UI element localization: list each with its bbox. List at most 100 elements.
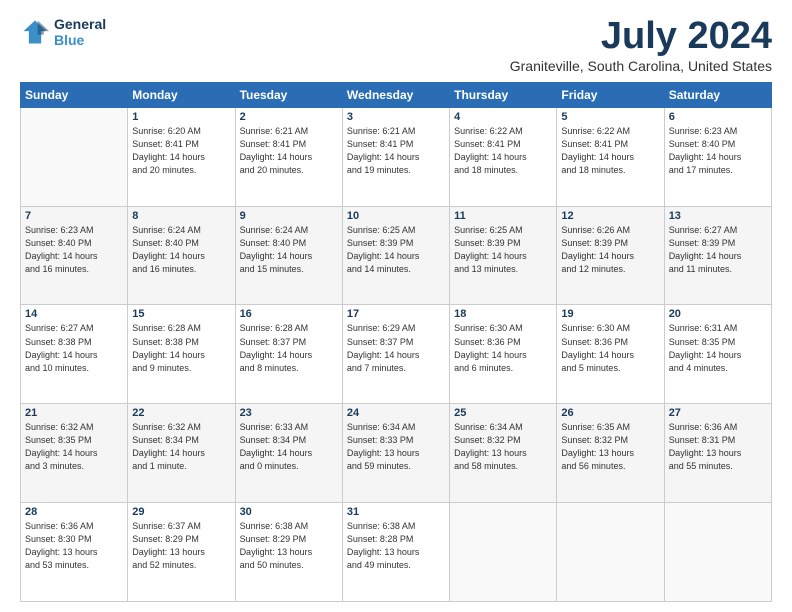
calendar-cell: 15 Sunrise: 6:28 AM Sunset: 8:38 PM Dayli…	[128, 305, 235, 404]
day-info: Sunrise: 6:34 AM Sunset: 8:32 PM Dayligh…	[454, 421, 552, 473]
calendar-cell: 5Sunrise: 6:22 AM Sunset: 8:41 PM Daylig…	[557, 107, 664, 206]
calendar-cell: 1 Sunrise: 6:20 AM Sunset: 8:41 PM Daylig…	[128, 107, 235, 206]
day-info: Sunrise: 6:32 AM Sunset: 8:35 PM Dayligh…	[25, 421, 123, 473]
day-info: Sunrise: 6:35 AM Sunset: 8:32 PM Dayligh…	[561, 421, 659, 473]
day-number: 31	[347, 506, 445, 518]
calendar-cell: 26Sunrise: 6:35 AM Sunset: 8:32 PM Dayli…	[557, 404, 664, 503]
day-number: 7	[25, 210, 123, 222]
calendar-cell: 31 Sunrise: 6:38 AM Sunset: 8:28 PM Dayli…	[342, 503, 449, 602]
calendar-cell: 20 Sunrise: 6:31 AM Sunset: 8:35 PM Dayli…	[664, 305, 771, 404]
day-number: 28	[25, 506, 123, 518]
day-info: Sunrise: 6:37 AM Sunset: 8:29 PM Dayligh…	[132, 520, 230, 572]
calendar-week-4: 21 Sunrise: 6:32 AM Sunset: 8:35 PM Dayli…	[21, 404, 772, 503]
day-info: Sunrise: 6:33 AM Sunset: 8:34 PM Dayligh…	[240, 421, 338, 473]
calendar-cell: 12 Sunrise: 6:26 AM Sunset: 8:39 PM Dayli…	[557, 206, 664, 305]
day-number: 10	[347, 210, 445, 222]
day-info: Sunrise: 6:38 AM Sunset: 8:29 PM Dayligh…	[240, 520, 338, 572]
calendar-cell: 24 Sunrise: 6:34 AM Sunset: 8:33 PM Dayli…	[342, 404, 449, 503]
day-info: Sunrise: 6:27 AM Sunset: 8:38 PM Dayligh…	[25, 322, 123, 374]
calendar-table: Sunday Monday Tuesday Wednesday Thursday…	[20, 82, 772, 602]
calendar-cell: 17Sunrise: 6:29 AM Sunset: 8:37 PM Dayli…	[342, 305, 449, 404]
day-info: Sunrise: 6:36 AM Sunset: 8:31 PM Dayligh…	[669, 421, 767, 473]
calendar-cell: 22Sunrise: 6:32 AM Sunset: 8:34 PM Dayli…	[128, 404, 235, 503]
day-number: 19	[561, 308, 659, 320]
calendar-cell: 28 Sunrise: 6:36 AM Sunset: 8:30 PM Dayli…	[21, 503, 128, 602]
day-info: Sunrise: 6:23 AM Sunset: 8:40 PM Dayligh…	[669, 125, 767, 177]
calendar-cell: 29Sunrise: 6:37 AM Sunset: 8:29 PM Dayli…	[128, 503, 235, 602]
calendar-cell: 16Sunrise: 6:28 AM Sunset: 8:37 PM Dayli…	[235, 305, 342, 404]
calendar-header-row: Sunday Monday Tuesday Wednesday Thursday…	[21, 82, 772, 107]
main-title: July 2024	[510, 16, 772, 58]
day-number: 1	[132, 111, 230, 123]
day-number: 14	[25, 308, 123, 320]
day-info: Sunrise: 6:20 AM Sunset: 8:41 PM Dayligh…	[132, 125, 230, 177]
day-number: 27	[669, 407, 767, 419]
calendar-cell: 7Sunrise: 6:23 AM Sunset: 8:40 PM Daylig…	[21, 206, 128, 305]
day-number: 5	[561, 111, 659, 123]
page: General Blue July 2024 Graniteville, Sou…	[0, 0, 792, 612]
calendar-cell: 30Sunrise: 6:38 AM Sunset: 8:29 PM Dayli…	[235, 503, 342, 602]
calendar-cell: 3 Sunrise: 6:21 AM Sunset: 8:41 PM Daylig…	[342, 107, 449, 206]
day-number: 8	[132, 210, 230, 222]
day-info: Sunrise: 6:30 AM Sunset: 8:36 PM Dayligh…	[561, 322, 659, 374]
header-tuesday: Tuesday	[235, 82, 342, 107]
day-number: 17	[347, 308, 445, 320]
calendar-cell: 4 Sunrise: 6:22 AM Sunset: 8:41 PM Daylig…	[450, 107, 557, 206]
day-number: 20	[669, 308, 767, 320]
day-info: Sunrise: 6:27 AM Sunset: 8:39 PM Dayligh…	[669, 224, 767, 276]
day-info: Sunrise: 6:25 AM Sunset: 8:39 PM Dayligh…	[454, 224, 552, 276]
day-info: Sunrise: 6:36 AM Sunset: 8:30 PM Dayligh…	[25, 520, 123, 572]
calendar-cell	[21, 107, 128, 206]
day-info: Sunrise: 6:22 AM Sunset: 8:41 PM Dayligh…	[454, 125, 552, 177]
header-monday: Monday	[128, 82, 235, 107]
day-number: 21	[25, 407, 123, 419]
day-info: Sunrise: 6:21 AM Sunset: 8:41 PM Dayligh…	[347, 125, 445, 177]
day-number: 25	[454, 407, 552, 419]
calendar-week-2: 7Sunrise: 6:23 AM Sunset: 8:40 PM Daylig…	[21, 206, 772, 305]
day-number: 6	[669, 111, 767, 123]
header: General Blue July 2024 Graniteville, Sou…	[20, 16, 772, 74]
title-block: July 2024 Graniteville, South Carolina, …	[510, 16, 772, 74]
day-info: Sunrise: 6:25 AM Sunset: 8:39 PM Dayligh…	[347, 224, 445, 276]
day-info: Sunrise: 6:31 AM Sunset: 8:35 PM Dayligh…	[669, 322, 767, 374]
calendar-cell	[664, 503, 771, 602]
day-info: Sunrise: 6:28 AM Sunset: 8:38 PM Dayligh…	[132, 322, 230, 374]
day-info: Sunrise: 6:32 AM Sunset: 8:34 PM Dayligh…	[132, 421, 230, 473]
day-info: Sunrise: 6:30 AM Sunset: 8:36 PM Dayligh…	[454, 322, 552, 374]
day-info: Sunrise: 6:38 AM Sunset: 8:28 PM Dayligh…	[347, 520, 445, 572]
logo-text: General Blue	[54, 16, 106, 48]
calendar-cell: 18Sunrise: 6:30 AM Sunset: 8:36 PM Dayli…	[450, 305, 557, 404]
day-number: 11	[454, 210, 552, 222]
header-friday: Friday	[557, 82, 664, 107]
header-wednesday: Wednesday	[342, 82, 449, 107]
calendar-cell: 2Sunrise: 6:21 AM Sunset: 8:41 PM Daylig…	[235, 107, 342, 206]
day-number: 9	[240, 210, 338, 222]
calendar-cell: 21 Sunrise: 6:32 AM Sunset: 8:35 PM Dayli…	[21, 404, 128, 503]
day-info: Sunrise: 6:26 AM Sunset: 8:39 PM Dayligh…	[561, 224, 659, 276]
header-thursday: Thursday	[450, 82, 557, 107]
day-number: 13	[669, 210, 767, 222]
calendar-week-3: 14 Sunrise: 6:27 AM Sunset: 8:38 PM Dayli…	[21, 305, 772, 404]
day-number: 12	[561, 210, 659, 222]
day-number: 3	[347, 111, 445, 123]
calendar-cell: 10 Sunrise: 6:25 AM Sunset: 8:39 PM Dayli…	[342, 206, 449, 305]
header-sunday: Sunday	[21, 82, 128, 107]
subtitle: Graniteville, South Carolina, United Sta…	[510, 58, 772, 74]
calendar-cell: 23Sunrise: 6:33 AM Sunset: 8:34 PM Dayli…	[235, 404, 342, 503]
day-info: Sunrise: 6:34 AM Sunset: 8:33 PM Dayligh…	[347, 421, 445, 473]
calendar-cell: 6 Sunrise: 6:23 AM Sunset: 8:40 PM Daylig…	[664, 107, 771, 206]
day-info: Sunrise: 6:24 AM Sunset: 8:40 PM Dayligh…	[240, 224, 338, 276]
calendar-week-1: 1 Sunrise: 6:20 AM Sunset: 8:41 PM Daylig…	[21, 107, 772, 206]
calendar-cell	[450, 503, 557, 602]
day-number: 24	[347, 407, 445, 419]
calendar-cell: 14 Sunrise: 6:27 AM Sunset: 8:38 PM Dayli…	[21, 305, 128, 404]
day-number: 4	[454, 111, 552, 123]
calendar-cell: 8Sunrise: 6:24 AM Sunset: 8:40 PM Daylig…	[128, 206, 235, 305]
calendar-cell: 19 Sunrise: 6:30 AM Sunset: 8:36 PM Dayli…	[557, 305, 664, 404]
calendar-cell	[557, 503, 664, 602]
calendar-cell: 13 Sunrise: 6:27 AM Sunset: 8:39 PM Dayli…	[664, 206, 771, 305]
day-number: 15	[132, 308, 230, 320]
day-number: 16	[240, 308, 338, 320]
logo-icon	[20, 17, 50, 47]
calendar-cell: 9 Sunrise: 6:24 AM Sunset: 8:40 PM Daylig…	[235, 206, 342, 305]
